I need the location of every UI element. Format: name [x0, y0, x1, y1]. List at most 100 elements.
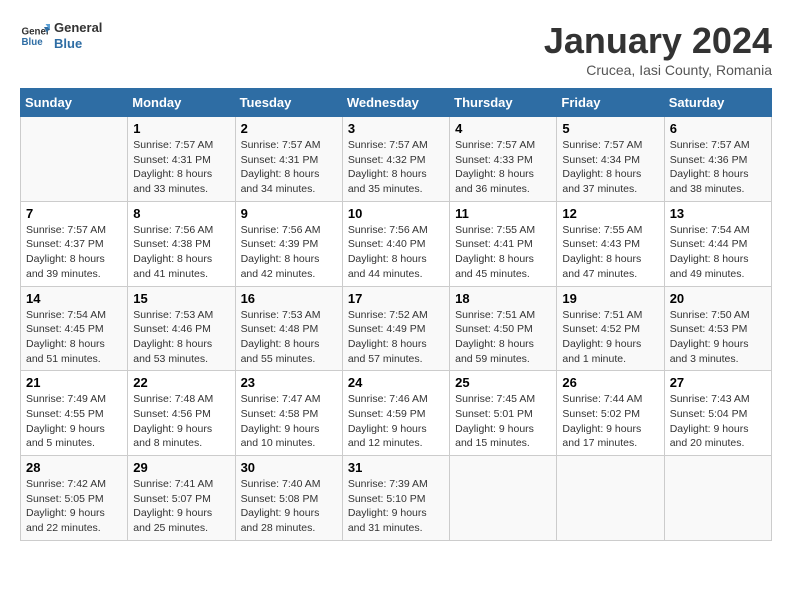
day-number: 27 [670, 375, 766, 390]
calendar-week-row: 28Sunrise: 7:42 AM Sunset: 5:05 PM Dayli… [21, 456, 772, 541]
calendar-cell: 31 Sunrise: 7:39 AM Sunset: 5:10 PM Dayli… [342, 456, 449, 541]
day-info: Sunrise: 7:56 AM Sunset: 4:40 PM Dayligh… [348, 223, 444, 282]
day-info: Sunrise: 7:56 AM Sunset: 4:38 PM Dayligh… [133, 223, 229, 282]
day-number: 17 [348, 291, 444, 306]
calendar-cell: 6 Sunrise: 7:57 AM Sunset: 4:36 PM Daylig… [664, 117, 771, 202]
day-info: Sunrise: 7:57 AM Sunset: 4:37 PM Dayligh… [26, 223, 122, 282]
calendar-cell: 1Sunrise: 7:57 AM Sunset: 4:31 PM Daylig… [128, 117, 235, 202]
day-number: 24 [348, 375, 444, 390]
day-info: Sunrise: 7:56 AM Sunset: 4:39 PM Dayligh… [241, 223, 337, 282]
day-info: Sunrise: 7:57 AM Sunset: 4:31 PM Dayligh… [241, 138, 337, 197]
day-info: Sunrise: 7:41 AM Sunset: 5:07 PM Dayligh… [133, 477, 229, 536]
day-number: 16 [241, 291, 337, 306]
day-info: Sunrise: 7:48 AM Sunset: 4:56 PM Dayligh… [133, 392, 229, 451]
weekday-header: Wednesday [342, 89, 449, 117]
logo-icon: General Blue [20, 21, 50, 51]
day-number: 8 [133, 206, 229, 221]
day-number: 13 [670, 206, 766, 221]
calendar-week-row: 14 Sunrise: 7:54 AM Sunset: 4:45 PM Dayli… [21, 286, 772, 371]
calendar-cell: 5 Sunrise: 7:57 AM Sunset: 4:34 PM Daylig… [557, 117, 664, 202]
day-info: Sunrise: 7:54 AM Sunset: 4:45 PM Dayligh… [26, 308, 122, 367]
day-number: 14 [26, 291, 122, 306]
calendar-cell: 21Sunrise: 7:49 AM Sunset: 4:55 PM Dayli… [21, 371, 128, 456]
day-info: Sunrise: 7:46 AM Sunset: 4:59 PM Dayligh… [348, 392, 444, 451]
day-info: Sunrise: 7:55 AM Sunset: 4:41 PM Dayligh… [455, 223, 551, 282]
calendar-cell: 10 Sunrise: 7:56 AM Sunset: 4:40 PM Dayli… [342, 201, 449, 286]
calendar-cell: 8 Sunrise: 7:56 AM Sunset: 4:38 PM Daylig… [128, 201, 235, 286]
calendar-cell: 22 Sunrise: 7:48 AM Sunset: 4:56 PM Dayli… [128, 371, 235, 456]
calendar-cell: 13Sunrise: 7:54 AM Sunset: 4:44 PM Dayli… [664, 201, 771, 286]
day-info: Sunrise: 7:53 AM Sunset: 4:48 PM Dayligh… [241, 308, 337, 367]
day-number: 5 [562, 121, 658, 136]
day-info: Sunrise: 7:57 AM Sunset: 4:32 PM Dayligh… [348, 138, 444, 197]
day-info: Sunrise: 7:57 AM Sunset: 4:33 PM Dayligh… [455, 138, 551, 197]
day-info: Sunrise: 7:55 AM Sunset: 4:43 PM Dayligh… [562, 223, 658, 282]
calendar-header: SundayMondayTuesdayWednesdayThursdayFrid… [21, 89, 772, 117]
calendar-cell: 30 Sunrise: 7:40 AM Sunset: 5:08 PM Dayli… [235, 456, 342, 541]
calendar-cell: 25 Sunrise: 7:45 AM Sunset: 5:01 PM Dayli… [450, 371, 557, 456]
calendar-title: January 2024 [544, 20, 772, 62]
day-info: Sunrise: 7:44 AM Sunset: 5:02 PM Dayligh… [562, 392, 658, 451]
svg-text:Blue: Blue [22, 37, 44, 48]
calendar-cell [450, 456, 557, 541]
calendar-cell: 3 Sunrise: 7:57 AM Sunset: 4:32 PM Daylig… [342, 117, 449, 202]
day-info: Sunrise: 7:39 AM Sunset: 5:10 PM Dayligh… [348, 477, 444, 536]
calendar-week-row: 21Sunrise: 7:49 AM Sunset: 4:55 PM Dayli… [21, 371, 772, 456]
weekday-header: Tuesday [235, 89, 342, 117]
weekday-header: Friday [557, 89, 664, 117]
calendar-cell: 18Sunrise: 7:51 AM Sunset: 4:50 PM Dayli… [450, 286, 557, 371]
day-number: 9 [241, 206, 337, 221]
day-info: Sunrise: 7:51 AM Sunset: 4:52 PM Dayligh… [562, 308, 658, 367]
day-number: 25 [455, 375, 551, 390]
calendar-cell: 4Sunrise: 7:57 AM Sunset: 4:33 PM Daylig… [450, 117, 557, 202]
day-number: 26 [562, 375, 658, 390]
weekday-header: Monday [128, 89, 235, 117]
calendar-week-row: 1 Sunrise: 7:57 AM Sunset: 4:31 PM Daylig… [21, 117, 772, 202]
day-info: Sunrise: 7:57 AM Sunset: 4:34 PM Dayligh… [562, 138, 658, 197]
calendar-cell: 27 Sunrise: 7:43 AM Sunset: 5:04 PM Dayli… [664, 371, 771, 456]
calendar-cell: 16 Sunrise: 7:53 AM Sunset: 4:48 PM Dayli… [235, 286, 342, 371]
day-number: 31 [348, 460, 444, 475]
calendar-cell: 23 Sunrise: 7:47 AM Sunset: 4:58 PM Dayli… [235, 371, 342, 456]
day-info: Sunrise: 7:47 AM Sunset: 4:58 PM Dayligh… [241, 392, 337, 451]
day-info: Sunrise: 7:57 AM Sunset: 4:36 PM Dayligh… [670, 138, 766, 197]
day-number: 10 [348, 206, 444, 221]
day-number: 11 [455, 206, 551, 221]
calendar-cell: 19 Sunrise: 7:51 AM Sunset: 4:52 PM Dayli… [557, 286, 664, 371]
day-number: 1 [133, 121, 229, 136]
day-number: 23 [241, 375, 337, 390]
calendar-cell: 26 Sunrise: 7:44 AM Sunset: 5:02 PM Dayli… [557, 371, 664, 456]
logo: General Blue General Blue [20, 20, 102, 51]
weekday-header: Thursday [450, 89, 557, 117]
day-number: 20 [670, 291, 766, 306]
day-info: Sunrise: 7:53 AM Sunset: 4:46 PM Dayligh… [133, 308, 229, 367]
day-info: Sunrise: 7:40 AM Sunset: 5:08 PM Dayligh… [241, 477, 337, 536]
calendar-cell [664, 456, 771, 541]
calendar-cell: 2Sunrise: 7:57 AM Sunset: 4:31 PM Daylig… [235, 117, 342, 202]
weekday-row: SundayMondayTuesdayWednesdayThursdayFrid… [21, 89, 772, 117]
day-info: Sunrise: 7:49 AM Sunset: 4:55 PM Dayligh… [26, 392, 122, 451]
day-info: Sunrise: 7:43 AM Sunset: 5:04 PM Dayligh… [670, 392, 766, 451]
calendar-cell: 9 Sunrise: 7:56 AM Sunset: 4:39 PM Daylig… [235, 201, 342, 286]
calendar-cell: 20 Sunrise: 7:50 AM Sunset: 4:53 PM Dayli… [664, 286, 771, 371]
day-info: Sunrise: 7:52 AM Sunset: 4:49 PM Dayligh… [348, 308, 444, 367]
day-number: 19 [562, 291, 658, 306]
title-area: January 2024 Crucea, Iasi County, Romani… [544, 20, 772, 78]
weekday-header: Sunday [21, 89, 128, 117]
day-number: 15 [133, 291, 229, 306]
day-number: 29 [133, 460, 229, 475]
calendar-cell: 28Sunrise: 7:42 AM Sunset: 5:05 PM Dayli… [21, 456, 128, 541]
day-number: 7 [26, 206, 122, 221]
day-number: 6 [670, 121, 766, 136]
day-number: 28 [26, 460, 122, 475]
day-number: 22 [133, 375, 229, 390]
calendar-cell: 11 Sunrise: 7:55 AM Sunset: 4:41 PM Dayli… [450, 201, 557, 286]
weekday-header: Saturday [664, 89, 771, 117]
day-number: 3 [348, 121, 444, 136]
day-number: 30 [241, 460, 337, 475]
calendar-cell: 12Sunrise: 7:55 AM Sunset: 4:43 PM Dayli… [557, 201, 664, 286]
day-info: Sunrise: 7:45 AM Sunset: 5:01 PM Dayligh… [455, 392, 551, 451]
day-info: Sunrise: 7:50 AM Sunset: 4:53 PM Dayligh… [670, 308, 766, 367]
calendar-cell: 15 Sunrise: 7:53 AM Sunset: 4:46 PM Dayli… [128, 286, 235, 371]
day-number: 18 [455, 291, 551, 306]
